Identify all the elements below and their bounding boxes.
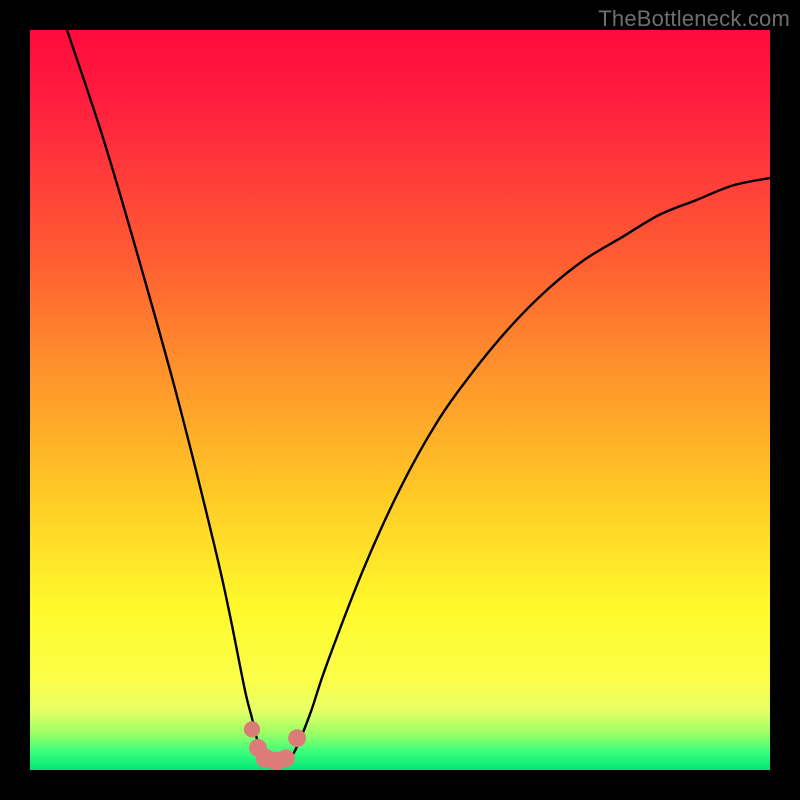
plot-area <box>30 30 770 770</box>
outer-frame: TheBottleneck.com <box>0 0 800 800</box>
curve-marker <box>277 749 295 767</box>
curve-layer <box>30 30 770 770</box>
watermark-text: TheBottleneck.com <box>598 6 790 32</box>
curve-marker <box>244 721 260 737</box>
curve-marker <box>288 729 306 747</box>
bottleneck-curve <box>67 30 770 763</box>
curve-markers <box>244 721 306 770</box>
